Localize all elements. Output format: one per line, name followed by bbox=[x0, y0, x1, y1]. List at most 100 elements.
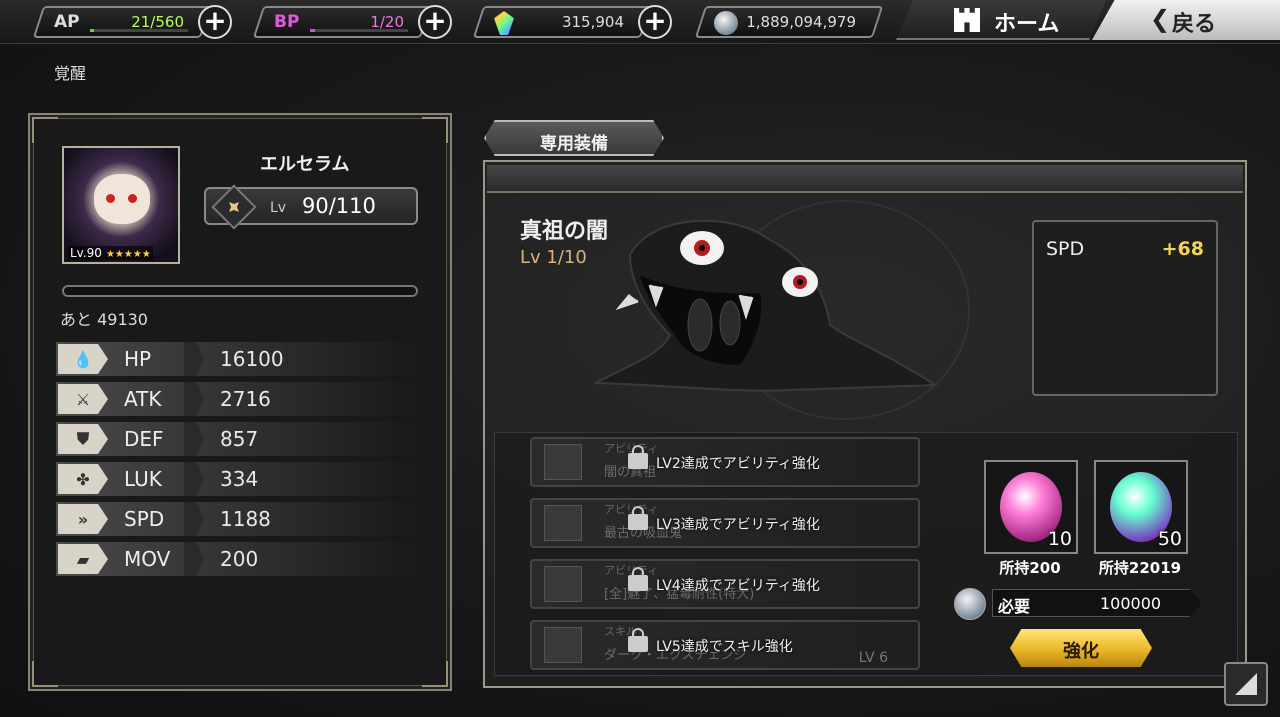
corner-arrow-icon bbox=[1235, 673, 1257, 695]
material-required-count: 50 bbox=[1157, 528, 1182, 550]
material-owned: 所持200 bbox=[999, 559, 1061, 577]
stat-name: HP bbox=[124, 347, 152, 371]
exp-remaining: あと 49130 bbox=[60, 310, 148, 329]
enhance-label: 強化 bbox=[1063, 641, 1099, 662]
coin-icon bbox=[714, 11, 738, 35]
ability-lock-message: LV3達成でアビリティ強化 bbox=[656, 517, 820, 533]
stat-value: 200 bbox=[220, 547, 259, 571]
stat-separator bbox=[184, 462, 204, 496]
stat-row-luk: ✤ LUK 334 bbox=[56, 462, 420, 496]
speed-icon: » bbox=[58, 504, 108, 534]
crystal-value: 315,904 bbox=[561, 13, 624, 31]
ability-lock-message: LV4達成でアビリティ強化 bbox=[656, 578, 820, 594]
portrait-level-text: Lv.90 bbox=[70, 246, 102, 260]
stat-row-atk: ⚔ ATK 2716 bbox=[56, 382, 420, 416]
lock-icon bbox=[628, 445, 648, 469]
coin-value: 1,889,094,979 bbox=[746, 13, 856, 31]
enhance-button[interactable]: 強化 bbox=[1010, 629, 1152, 667]
ap-plus-button[interactable]: + bbox=[198, 5, 232, 39]
portrait-eye-left bbox=[106, 194, 115, 203]
corner-ornament bbox=[32, 117, 58, 143]
lock-icon bbox=[628, 567, 648, 591]
stat-name: DEF bbox=[124, 427, 164, 451]
bp-plus-button[interactable]: + bbox=[418, 5, 452, 39]
cost-label: 必要 bbox=[998, 597, 1031, 616]
ability-row[interactable]: アビリティ 闇の真祖 LV2達成でアビリティ強化 bbox=[530, 437, 920, 487]
chevron-left-icon: ❮ bbox=[1150, 5, 1171, 33]
ap-gauge: AP 21/560 bbox=[32, 6, 212, 38]
shield-icon: ⛊ bbox=[58, 424, 108, 454]
home-button[interactable]: ホーム bbox=[896, 0, 1106, 40]
bp-bar bbox=[310, 29, 408, 32]
sword-icon: ⚔ bbox=[58, 384, 108, 414]
level-box: Lv 90/110 bbox=[204, 184, 418, 230]
lock-icon bbox=[628, 628, 648, 652]
ability-icon bbox=[544, 627, 582, 663]
stat-value: 1188 bbox=[220, 507, 271, 531]
character-portrait[interactable]: Lv.90 ★★★★★ bbox=[62, 146, 180, 264]
stat-name: MOV bbox=[124, 547, 171, 571]
stat-value: 857 bbox=[220, 427, 259, 451]
drop-icon: 💧 bbox=[58, 344, 108, 374]
ability-row[interactable]: スキル ダーク・エクスチェンジ LV5達成でスキル強化 LV 6 bbox=[530, 620, 920, 670]
stat-separator bbox=[184, 502, 204, 536]
material-slot[interactable]: 50 bbox=[1094, 460, 1188, 554]
tab-label: 専用装備 bbox=[540, 134, 608, 154]
material-slot[interactable]: 10 bbox=[984, 460, 1078, 554]
stat-name: SPD bbox=[124, 507, 165, 531]
bonus-stat-name: SPD bbox=[1046, 238, 1085, 260]
portrait-eye-right bbox=[128, 194, 137, 203]
coin-icon bbox=[954, 588, 986, 620]
stat-row-spd: » SPD 1188 bbox=[56, 502, 420, 536]
stat-separator bbox=[184, 542, 204, 576]
expand-corner-button[interactable] bbox=[1224, 662, 1268, 706]
ability-row[interactable]: アビリティ [全]魅了、猛毒耐性(特大) LV4達成でアビリティ強化 bbox=[530, 559, 920, 609]
clover-icon: ✤ bbox=[58, 464, 108, 494]
stat-row-def: ⛊ DEF 857 bbox=[56, 422, 420, 456]
page-title: 覚醒 bbox=[54, 64, 87, 83]
top-bar: AP 21/560 + BP 1/20 + 315,904 + 1,889,09… bbox=[0, 0, 1280, 44]
coin-counter: 1,889,094,979 bbox=[694, 6, 884, 38]
ap-label: AP bbox=[54, 12, 80, 32]
crystal-plus-button[interactable]: + bbox=[638, 5, 672, 39]
slime-body bbox=[594, 219, 939, 392]
stat-value: 16100 bbox=[220, 347, 284, 371]
material-required-count: 10 bbox=[1047, 528, 1072, 550]
stat-value: 334 bbox=[220, 467, 259, 491]
equipment-illustration bbox=[594, 219, 939, 392]
ap-bar bbox=[90, 29, 188, 32]
stat-row-hp: 💧 HP 16100 bbox=[56, 342, 420, 376]
back-button[interactable]: ❮ 戻る bbox=[1092, 0, 1280, 40]
awaken-star-icon bbox=[211, 184, 257, 230]
ability-lock-message: LV5達成でスキル強化 bbox=[656, 639, 793, 655]
home-label: ホーム bbox=[994, 12, 1060, 37]
material-owned: 所持22019 bbox=[1098, 559, 1182, 577]
level-value: 90/110 bbox=[302, 194, 376, 218]
character-name: エルセラム bbox=[260, 154, 350, 175]
stat-separator bbox=[184, 342, 204, 376]
ability-row[interactable]: アビリティ 最古の吸血鬼 LV3達成でアビリティ強化 bbox=[530, 498, 920, 548]
back-label: 戻る bbox=[1172, 12, 1217, 37]
corner-ornament bbox=[422, 661, 448, 687]
equipment-panel-header bbox=[487, 165, 1243, 193]
corner-ornament bbox=[32, 661, 58, 687]
stat-separator bbox=[184, 422, 204, 456]
cost-value: 100000 bbox=[1100, 594, 1162, 613]
bp-gauge: BP 1/20 bbox=[252, 6, 432, 38]
corner-ornament bbox=[422, 117, 448, 143]
crystal-icon bbox=[494, 11, 514, 35]
awakening-screen: AP 21/560 + BP 1/20 + 315,904 + 1,889,09… bbox=[0, 0, 1280, 717]
stat-name: LUK bbox=[124, 467, 162, 491]
level-prefix: Lv bbox=[270, 200, 287, 216]
stat-row-mov: ▰ MOV 200 bbox=[56, 542, 420, 576]
rarity-stars: ★★★★★ bbox=[105, 249, 151, 260]
tab-exclusive-equipment[interactable]: 専用装備 bbox=[484, 120, 664, 156]
equipment-level: Lv 1/10 bbox=[520, 247, 587, 268]
stat-separator bbox=[184, 382, 204, 416]
ability-lock-message: LV2達成でアビリティ強化 bbox=[656, 456, 820, 472]
boot-icon: ▰ bbox=[58, 544, 108, 574]
ability-icon bbox=[544, 505, 582, 541]
crystal-counter: 315,904 bbox=[472, 6, 652, 38]
portrait-level: Lv.90 ★★★★★ bbox=[68, 246, 153, 260]
stat-value: 2716 bbox=[220, 387, 271, 411]
